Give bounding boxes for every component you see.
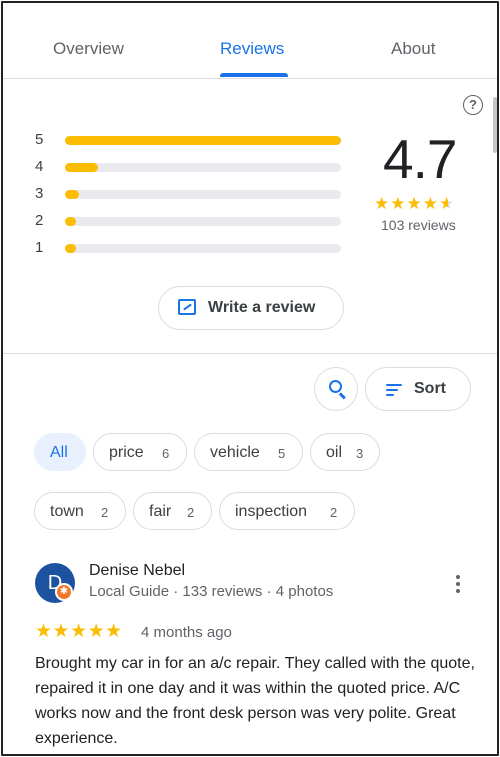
reviewer-name[interactable]: Denise Nebel [89, 562, 185, 580]
filter-chip-all[interactable]: All [34, 433, 86, 471]
review-stars: ★★★★★ [35, 621, 123, 642]
star-icons: ★★★★ [374, 194, 439, 213]
tab-bar: Overview Reviews About [3, 3, 497, 79]
histogram-track [65, 244, 341, 253]
review-count[interactable]: 103 reviews [381, 217, 456, 233]
histogram-row-1: 1 [35, 239, 345, 256]
chip-label: town [50, 503, 84, 520]
histogram-row-2: 2 [35, 212, 345, 229]
chip-label: inspection [235, 503, 308, 520]
histogram-star-label: 5 [35, 131, 44, 148]
section-divider [3, 353, 497, 354]
chip-label: All [50, 444, 68, 461]
filter-chip-fair[interactable]: fair 2 [133, 492, 212, 530]
write-review-label: Write a review [208, 299, 316, 316]
histogram-row-4: 4 [35, 158, 345, 175]
reviewer-meta: Local Guide · 133 reviews · 4 photos [89, 583, 334, 600]
chip-label: oil [326, 444, 343, 461]
search-icon-handle [339, 392, 346, 400]
filter-chip-town[interactable]: town 2 [34, 492, 126, 530]
average-rating-stars: ★★★★★ [374, 194, 455, 214]
histogram-star-label: 3 [35, 185, 44, 202]
filter-chip-vehicle[interactable]: vehicle 5 [194, 433, 303, 471]
scrollbar[interactable] [493, 97, 497, 153]
active-tab-indicator [220, 73, 288, 77]
histogram-fill [65, 136, 341, 145]
histogram-fill [65, 244, 77, 253]
histogram-track [65, 136, 341, 145]
histogram-fill [65, 163, 99, 172]
sort-label: Sort [414, 380, 446, 397]
filter-chip-inspection[interactable]: inspection 2 [219, 492, 355, 530]
tab-overview[interactable]: Overview [53, 39, 124, 59]
local-guide-badge-icon: ✱ [55, 583, 73, 601]
histogram-star-label: 2 [35, 212, 44, 229]
review-age: 4 months ago [141, 624, 232, 641]
histogram-track [65, 217, 341, 226]
search-reviews-button[interactable] [314, 367, 358, 411]
half-star-icon: ★ [438, 194, 456, 213]
chip-count: 2 [187, 505, 195, 520]
write-review-icon [178, 299, 196, 315]
search-icon [329, 380, 342, 393]
reviews-panel: Overview Reviews About ? 5 4 3 2 1 4.7 ★… [1, 1, 499, 756]
filter-chip-oil[interactable]: oil 3 [310, 433, 380, 471]
chip-count: 2 [101, 505, 109, 520]
chip-count: 3 [356, 446, 364, 461]
chip-label: fair [149, 503, 172, 520]
histogram-fill [65, 217, 77, 226]
sort-button[interactable]: Sort [365, 367, 471, 411]
filter-chip-price[interactable]: price 6 [93, 433, 187, 471]
chip-label: vehicle [210, 444, 260, 461]
histogram-row-3: 3 [35, 185, 345, 202]
histogram-track [65, 190, 341, 199]
chip-label: price [109, 444, 144, 461]
sort-icon [386, 384, 402, 397]
histogram-star-label: 1 [35, 239, 44, 256]
histogram-track [65, 163, 341, 172]
histogram-star-label: 4 [35, 158, 44, 175]
more-options-icon[interactable] [455, 575, 461, 593]
chip-count: 2 [330, 505, 338, 520]
histogram-fill [65, 190, 79, 199]
tab-reviews[interactable]: Reviews [220, 39, 284, 59]
tab-about[interactable]: About [391, 39, 435, 59]
chip-count: 5 [278, 446, 286, 461]
average-rating: 4.7 [383, 128, 457, 190]
write-review-button[interactable]: Write a review [158, 286, 344, 330]
review-text: Brought my car in for an a/c repair. The… [35, 655, 475, 747]
histogram-row-5: 5 [35, 131, 345, 148]
chip-count: 6 [162, 446, 170, 461]
help-icon[interactable]: ? [463, 95, 483, 115]
